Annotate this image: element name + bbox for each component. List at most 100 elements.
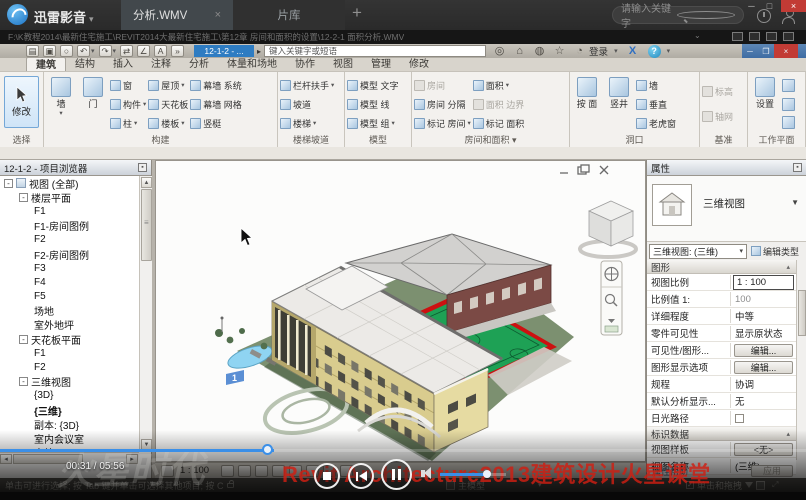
- tree-item-F2[interactable]: F2: [0, 233, 139, 247]
- open-file-icon[interactable]: ▤: [26, 45, 39, 57]
- ribbon-tab-插入[interactable]: 插入: [104, 57, 142, 71]
- ribbon-button-墙[interactable]: 墙▾: [46, 74, 76, 134]
- tree-expand-icon[interactable]: -: [19, 193, 28, 202]
- active-view-box[interactable]: 12-1-2 - ...: [194, 45, 254, 57]
- player-float-resize-icon[interactable]: [749, 32, 760, 41]
- ribbon-button-竖井[interactable]: 竖井: [604, 74, 634, 134]
- tree-item-F1-房间图例[interactable]: F1-房间图例: [0, 219, 139, 233]
- login-caret-icon[interactable]: ▾: [614, 47, 618, 55]
- tree-item-室外地坪[interactable]: 室外地坪: [0, 318, 139, 332]
- ribbon-tab-体量和场地[interactable]: 体量和场地: [218, 57, 286, 71]
- dropdown-caret-icon[interactable]: ▾: [134, 119, 137, 127]
- text-tool-icon[interactable]: A: [154, 45, 167, 57]
- communication-icon[interactable]: ◍: [533, 45, 546, 58]
- ribbon-button-柱[interactable]: 柱▾: [110, 115, 146, 131]
- subscription-icon[interactable]: ⌂: [513, 45, 526, 58]
- properties-scroll-thumb[interactable]: [798, 290, 806, 336]
- edit-type-button[interactable]: 编辑类型: [751, 245, 799, 258]
- ribbon-button-标记面积[interactable]: 标记 面积: [473, 115, 525, 131]
- player-minimize-button[interactable]: ─: [744, 0, 759, 12]
- ribbon-button-栏杆扶手[interactable]: 栏杆扶手▾: [280, 77, 334, 93]
- search-icon[interactable]: [677, 11, 735, 19]
- previous-button[interactable]: [348, 463, 374, 489]
- apply-button[interactable]: 应用: [751, 465, 793, 477]
- dropdown-caret-icon[interactable]: ▾: [181, 119, 184, 127]
- ribbon-button-墙[interactable]: 墙: [636, 77, 676, 93]
- video-progress-handle[interactable]: [262, 444, 273, 455]
- player-app-name[interactable]: 迅雷影音▾: [34, 7, 94, 26]
- tree-item-副本: {3D}[interactable]: 副本: {3D}: [0, 417, 139, 431]
- ribbon-button-面积[interactable]: 面积▾: [473, 77, 525, 93]
- help-caret-icon[interactable]: ▾: [667, 47, 671, 55]
- new-tab-button[interactable]: +: [352, 3, 362, 23]
- tree-item-F1[interactable]: F1: [0, 204, 139, 218]
- tree-item-视图 (全部)[interactable]: -视图 (全部): [0, 176, 139, 190]
- redo-icon[interactable]: ↷: [99, 45, 112, 57]
- player-float-list-icon[interactable]: [766, 32, 777, 41]
- ribbon-button-构件[interactable]: 构件▾: [110, 96, 146, 112]
- ribbon-button-设置[interactable]: 设置: [750, 74, 780, 134]
- dropdown-caret-icon[interactable]: ▾: [313, 119, 316, 127]
- tree-item-天花板平面[interactable]: -天花板平面: [0, 332, 139, 346]
- property-value[interactable]: 1 : 100: [733, 275, 794, 290]
- transfer-icon[interactable]: ⇄: [120, 45, 133, 57]
- instance-selector-combo[interactable]: 三维视图: (三维)▾: [649, 244, 747, 259]
- ribbon-button-天花板[interactable]: 天花板: [148, 96, 188, 112]
- scroll-left-icon[interactable]: ◂: [0, 454, 12, 464]
- pause-button[interactable]: [381, 459, 412, 490]
- tree-expand-icon[interactable]: -: [4, 179, 13, 188]
- ribbon-tab-结构[interactable]: 结构: [66, 57, 104, 71]
- ribbon-button-屋顶[interactable]: 屋顶▾: [148, 77, 188, 93]
- measure-icon[interactable]: ∠: [137, 45, 150, 57]
- browser-vertical-scrollbar[interactable]: ▲ ▼: [139, 176, 152, 452]
- properties-pin-icon[interactable]: ▪: [793, 163, 802, 172]
- dropdown-caret-icon[interactable]: ▾: [181, 81, 184, 89]
- property-value[interactable]: 100: [731, 294, 796, 305]
- property-section-标识数据[interactable]: 标识数据▴: [647, 427, 796, 441]
- tree-item-三维视图[interactable]: -三维视图: [0, 375, 139, 389]
- ribbon-button-竖梃[interactable]: 竖梃: [190, 115, 242, 131]
- browser-scroll-thumb[interactable]: [141, 189, 152, 261]
- tree-expand-icon[interactable]: -: [19, 335, 28, 344]
- dropdown-caret-icon[interactable]: ▾: [468, 119, 471, 127]
- player-tab-library[interactable]: 片库: [233, 0, 345, 30]
- sync-icon[interactable]: ○: [60, 45, 73, 57]
- ribbon-button-幕墙系统[interactable]: 幕墙 系统: [190, 77, 242, 93]
- dropdown-caret-icon[interactable]: ▾: [392, 119, 395, 127]
- dropdown-caret-icon[interactable]: ▾: [331, 81, 334, 89]
- save-icon[interactable]: ▣: [43, 45, 56, 57]
- tree-item-F2[interactable]: F2: [0, 360, 139, 374]
- ribbon-tab-管理[interactable]: 管理: [362, 57, 400, 71]
- player-maximize-button[interactable]: □: [762, 0, 777, 12]
- ribbon-button-窗[interactable]: 窗: [110, 77, 146, 93]
- ribbon-button-幕墙网格[interactable]: 幕墙 网格: [190, 96, 242, 112]
- type-caret-icon[interactable]: ▼: [791, 198, 799, 207]
- tree-item-{3D}[interactable]: {3D}: [0, 389, 139, 403]
- panel-pin-icon[interactable]: ▪: [138, 163, 147, 172]
- revit-minimize-button[interactable]: ─: [742, 44, 758, 58]
- filter-icon[interactable]: [745, 482, 753, 488]
- properties-header[interactable]: 属性 ▪: [647, 160, 806, 176]
- viewer-icon[interactable]: [782, 116, 795, 129]
- dropdown-caret-icon[interactable]: ▾: [143, 100, 146, 108]
- undo-icon[interactable]: ↶: [77, 45, 90, 57]
- player-close-button[interactable]: ×: [781, 0, 806, 12]
- ribbon-button-标记房间[interactable]: 标记 房间▾: [414, 115, 471, 131]
- property-edit-button[interactable]: 编辑...: [734, 361, 793, 374]
- sun-path-icon[interactable]: [255, 465, 268, 477]
- property-value[interactable]: 中等: [731, 309, 796, 323]
- ref-plane-icon[interactable]: [782, 98, 795, 111]
- ribbon-tab-建筑[interactable]: 建筑: [26, 57, 66, 71]
- property-checkbox[interactable]: [735, 414, 744, 423]
- section-collapse-icon[interactable]: ▴: [786, 430, 790, 438]
- tree-item-F2-房间图例[interactable]: F2-房间图例: [0, 247, 139, 261]
- property-section-图形[interactable]: 图形▴: [647, 260, 796, 274]
- dropdown-caret-icon[interactable]: ▾: [506, 81, 509, 89]
- ribbon-tab-视图[interactable]: 视图: [324, 57, 362, 71]
- exchange-apps-icon[interactable]: X: [626, 45, 640, 58]
- ribbon-tab-协作[interactable]: 协作: [286, 57, 324, 71]
- ribbon-button-模型组[interactable]: 模型 组▾: [347, 115, 399, 131]
- ribbon-button-老虎窗[interactable]: 老虎窗: [636, 115, 676, 131]
- drawing-canvas[interactable]: 1: [155, 160, 646, 462]
- help-icon[interactable]: ?: [648, 45, 661, 58]
